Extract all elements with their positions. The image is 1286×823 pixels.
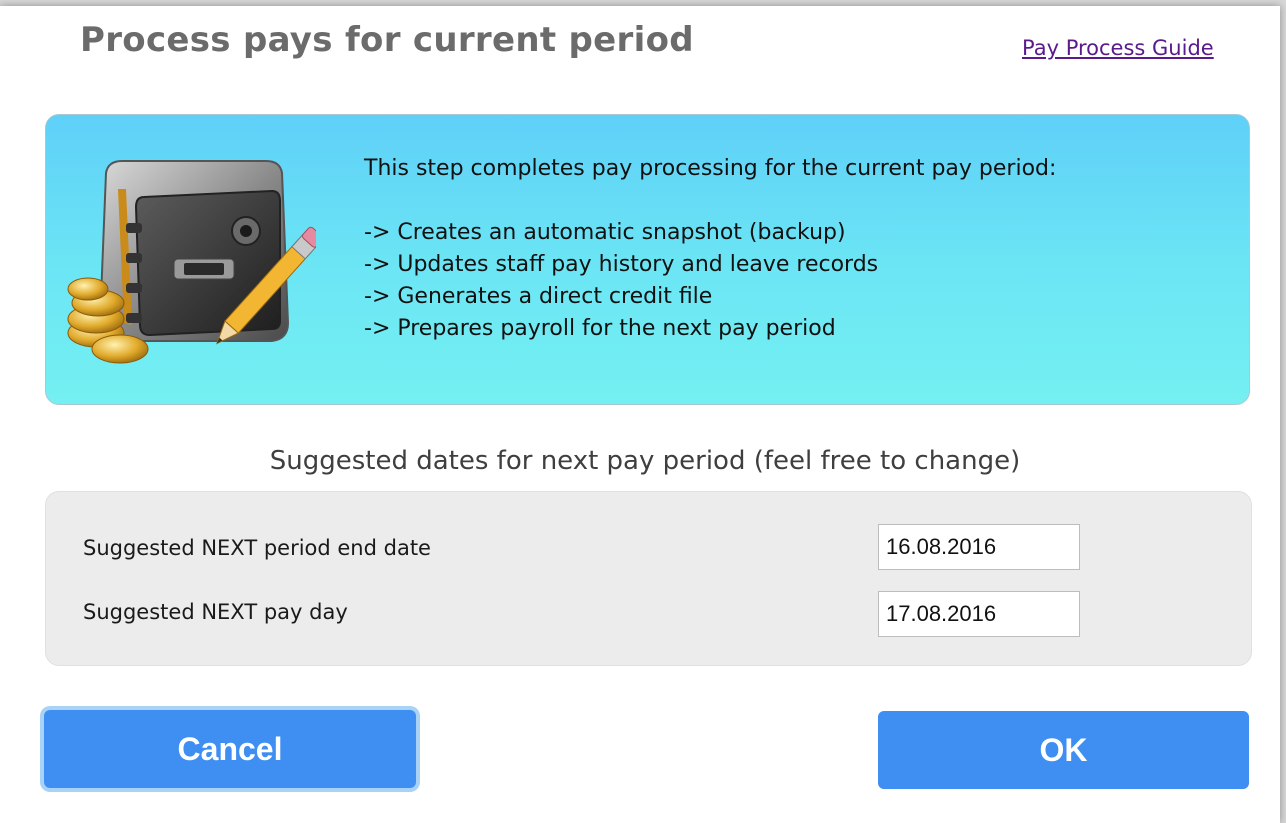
dates-section-heading: Suggested dates for next pay period (fee… (269, 446, 1021, 476)
pay-process-guide-link[interactable]: Pay Process Guide (1022, 36, 1214, 60)
end-date-label: Suggested NEXT period end date (83, 536, 431, 560)
end-date-field[interactable] (878, 524, 1080, 570)
pay-day-label: Suggested NEXT pay day (83, 600, 348, 624)
info-step: -> Generates a direct credit file (364, 284, 713, 309)
info-text: This step completes pay processing for t… (364, 153, 1056, 345)
safe-with-coins-and-pencil-icon (66, 153, 324, 373)
pay-day-field[interactable] (878, 591, 1080, 637)
ok-button[interactable]: OK (878, 711, 1249, 789)
info-step: -> Prepares payroll for the next pay per… (364, 316, 836, 341)
cancel-button[interactable]: Cancel (44, 710, 416, 788)
dates-panel: Suggested NEXT period end date Suggested… (45, 491, 1252, 666)
info-panel: This step completes pay processing for t… (45, 114, 1250, 405)
process-pays-dialog: Process pays for current period Pay Proc… (0, 6, 1280, 823)
info-step: -> Updates staff pay history and leave r… (364, 252, 879, 277)
dialog-title: Process pays for current period (80, 20, 694, 60)
info-intro: This step completes pay processing for t… (364, 156, 1057, 181)
info-step: -> Creates an automatic snapshot (backup… (364, 220, 846, 245)
